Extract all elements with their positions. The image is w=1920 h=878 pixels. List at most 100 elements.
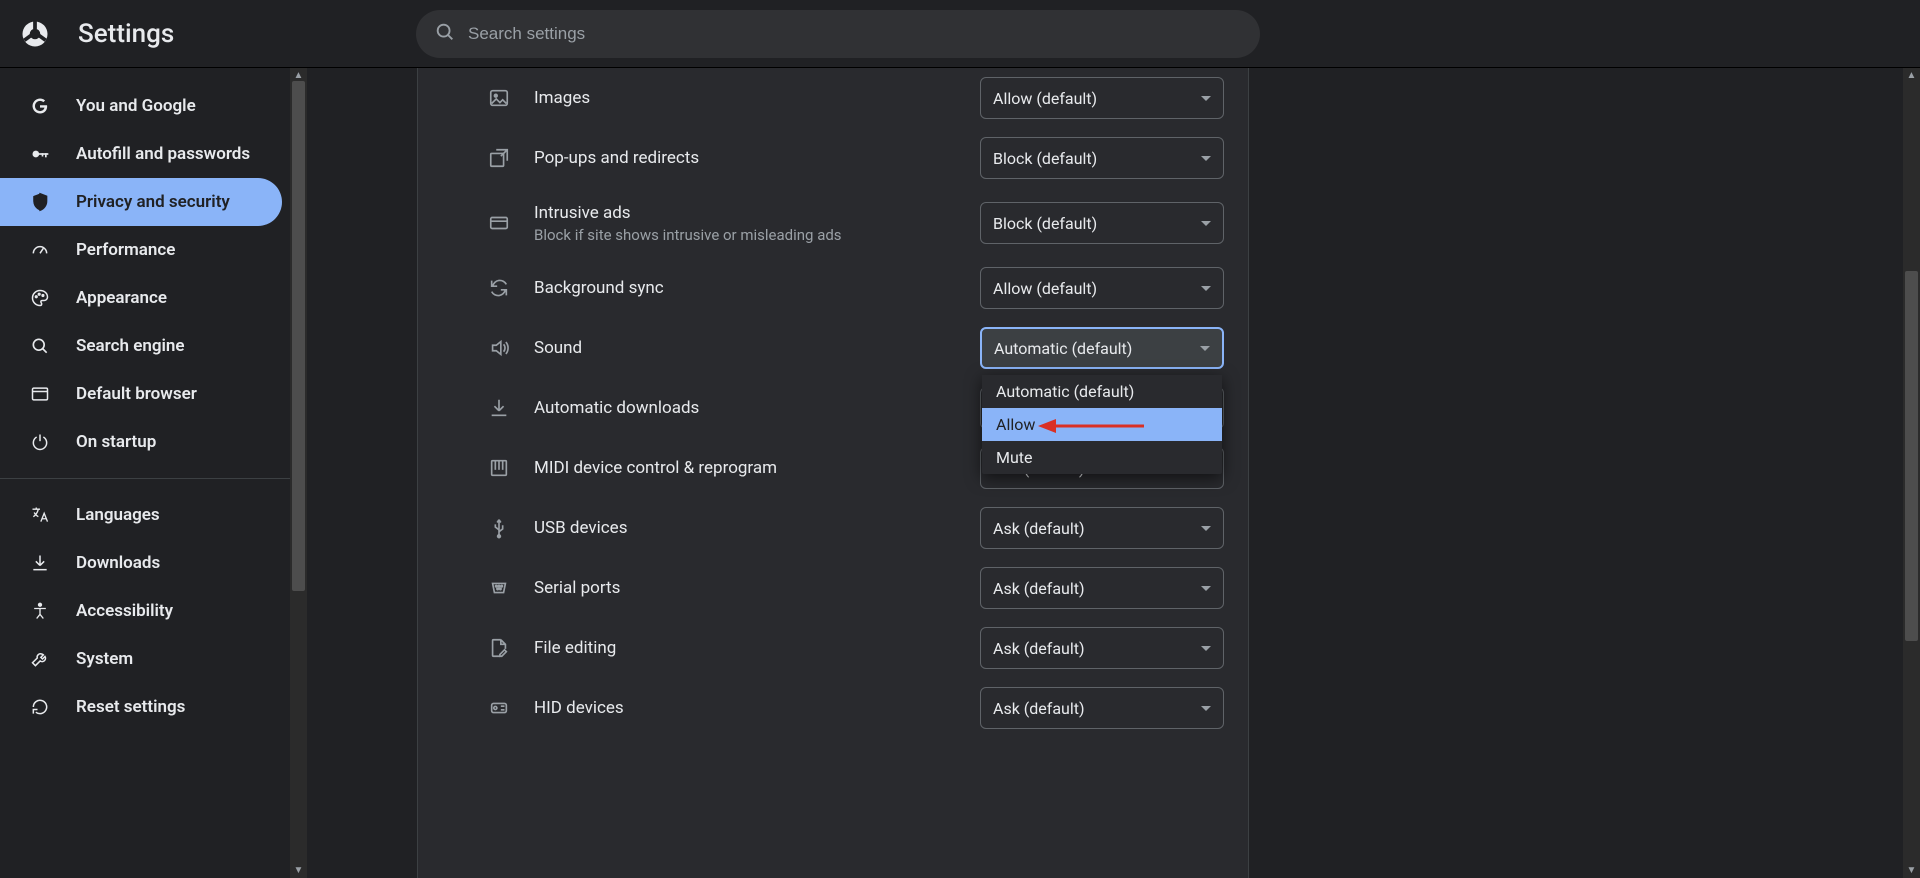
sync-icon bbox=[486, 275, 512, 301]
permission-select-usb[interactable]: Ask (default) bbox=[980, 507, 1224, 549]
select-value: Block (default) bbox=[993, 149, 1097, 168]
permission-select-intrusive-ads[interactable]: Block (default) bbox=[980, 202, 1224, 244]
chevron-down-icon bbox=[1201, 706, 1211, 711]
main-scrollbar[interactable]: ▲ ▼ bbox=[1903, 68, 1920, 878]
chevron-down-icon bbox=[1201, 286, 1211, 291]
search-icon bbox=[434, 21, 456, 47]
dropdown-option-automatic[interactable]: Automatic (default) bbox=[982, 375, 1222, 408]
google-g-icon bbox=[30, 96, 50, 116]
scrollbar-thumb[interactable] bbox=[292, 81, 305, 591]
select-value: Allow (default) bbox=[993, 279, 1097, 298]
sidebar-item-downloads[interactable]: Downloads bbox=[0, 539, 282, 587]
dropdown-option-mute[interactable]: Mute bbox=[982, 441, 1222, 474]
scroll-down-icon[interactable]: ▼ bbox=[1907, 865, 1917, 876]
wrench-icon bbox=[30, 649, 50, 669]
sidebar-item-label: Performance bbox=[76, 240, 175, 260]
sidebar-item-label: Downloads bbox=[76, 553, 160, 573]
usb-icon bbox=[486, 515, 512, 541]
sidebar-item-default-browser[interactable]: Default browser bbox=[0, 370, 282, 418]
image-icon bbox=[486, 85, 512, 111]
permission-label: Images bbox=[534, 88, 958, 108]
permission-select-sound[interactable]: Automatic (default) Automatic (default) … bbox=[980, 327, 1224, 369]
main-content: Images Allow (default) Pop-ups and redir… bbox=[307, 68, 1920, 878]
power-icon bbox=[30, 432, 50, 452]
search-box[interactable] bbox=[416, 10, 1260, 58]
select-value: Block (default) bbox=[993, 214, 1097, 233]
sidebar-item-label: Appearance bbox=[76, 288, 167, 308]
permission-row-hid: HID devices Ask (default) bbox=[438, 678, 1228, 738]
download-icon bbox=[30, 553, 50, 573]
permission-select-popups[interactable]: Block (default) bbox=[980, 137, 1224, 179]
sidebar-item-label: Accessibility bbox=[76, 601, 173, 621]
permission-row-serial: Serial ports Ask (default) bbox=[438, 558, 1228, 618]
sidebar-item-reset-settings[interactable]: Reset settings bbox=[0, 683, 282, 731]
permission-row-images: Images Allow (default) bbox=[438, 68, 1228, 128]
permission-row-background-sync: Background sync Allow (default) bbox=[438, 258, 1228, 318]
sidebar: You and Google Autofill and passwords Pr… bbox=[0, 68, 290, 878]
header-logo-wrap: Settings bbox=[20, 19, 416, 49]
speedometer-icon bbox=[30, 240, 50, 260]
sidebar-item-label: On startup bbox=[76, 432, 156, 452]
shield-icon bbox=[30, 192, 50, 212]
sidebar-item-label: You and Google bbox=[76, 96, 196, 116]
permission-row-sound: Sound Automatic (default) Automatic (def… bbox=[438, 318, 1228, 378]
sidebar-item-label: Reset settings bbox=[76, 697, 185, 717]
key-icon bbox=[30, 144, 50, 164]
scroll-up-icon[interactable]: ▲ bbox=[1907, 70, 1917, 81]
browser-icon bbox=[30, 384, 50, 404]
sidebar-item-you-and-google[interactable]: You and Google bbox=[0, 82, 282, 130]
sidebar-item-appearance[interactable]: Appearance bbox=[0, 274, 282, 322]
scrollbar-thumb[interactable] bbox=[1905, 271, 1918, 641]
scroll-up-icon[interactable]: ▲ bbox=[294, 70, 304, 81]
select-value: Allow (default) bbox=[993, 89, 1097, 108]
permission-row-intrusive-ads: Intrusive ads Block if site shows intrus… bbox=[438, 188, 1228, 258]
popup-icon bbox=[486, 145, 512, 171]
sidebar-item-privacy-security[interactable]: Privacy and security bbox=[0, 178, 282, 226]
sidebar-item-on-startup[interactable]: On startup bbox=[0, 418, 282, 466]
sidebar-item-label: System bbox=[76, 649, 133, 669]
permission-label: Intrusive ads bbox=[534, 203, 958, 223]
permission-label: File editing bbox=[534, 638, 958, 658]
select-value: Ask (default) bbox=[993, 699, 1085, 718]
select-value: Ask (default) bbox=[993, 519, 1085, 538]
chevron-down-icon bbox=[1201, 221, 1211, 226]
scroll-down-icon[interactable]: ▼ bbox=[294, 865, 304, 876]
permission-label: Pop-ups and redirects bbox=[534, 148, 958, 168]
sidebar-item-performance[interactable]: Performance bbox=[0, 226, 282, 274]
permission-select-file-editing[interactable]: Ask (default) bbox=[980, 627, 1224, 669]
select-value: Ask (default) bbox=[993, 579, 1085, 598]
permission-row-popups: Pop-ups and redirects Block (default) bbox=[438, 128, 1228, 188]
serial-icon bbox=[486, 575, 512, 601]
permission-select-background-sync[interactable]: Allow (default) bbox=[980, 267, 1224, 309]
sidebar-item-languages[interactable]: Languages bbox=[0, 491, 282, 539]
chevron-down-icon bbox=[1201, 96, 1211, 101]
reset-icon bbox=[30, 697, 50, 717]
chevron-down-icon bbox=[1201, 646, 1211, 651]
dropdown-option-allow[interactable]: Allow bbox=[982, 408, 1222, 441]
sidebar-item-system[interactable]: System bbox=[0, 635, 282, 683]
sidebar-item-autofill-passwords[interactable]: Autofill and passwords bbox=[0, 130, 282, 178]
permission-label: Automatic downloads bbox=[534, 398, 958, 418]
ads-icon bbox=[486, 210, 512, 236]
sidebar-divider bbox=[0, 478, 290, 479]
search-input[interactable] bbox=[468, 24, 1242, 44]
accessibility-icon bbox=[30, 601, 50, 621]
select-value: Automatic (default) bbox=[994, 339, 1132, 358]
header: Settings bbox=[0, 0, 1920, 68]
sidebar-scrollbar[interactable]: ▲ ▼ bbox=[290, 68, 307, 878]
permission-select-hid[interactable]: Ask (default) bbox=[980, 687, 1224, 729]
permission-select-images[interactable]: Allow (default) bbox=[980, 77, 1224, 119]
sidebar-item-search-engine[interactable]: Search engine bbox=[0, 322, 282, 370]
permissions-card: Images Allow (default) Pop-ups and redir… bbox=[417, 68, 1249, 878]
sidebar-item-label: Autofill and passwords bbox=[76, 144, 250, 164]
chevron-down-icon bbox=[1201, 586, 1211, 591]
chrome-icon bbox=[20, 19, 50, 49]
permission-label: USB devices bbox=[534, 518, 958, 538]
sidebar-item-accessibility[interactable]: Accessibility bbox=[0, 587, 282, 635]
permission-select-serial[interactable]: Ask (default) bbox=[980, 567, 1224, 609]
hid-icon bbox=[486, 695, 512, 721]
search-icon bbox=[30, 336, 50, 356]
permission-label: Sound bbox=[534, 338, 958, 358]
midi-icon bbox=[486, 455, 512, 481]
chevron-down-icon bbox=[1200, 346, 1210, 351]
